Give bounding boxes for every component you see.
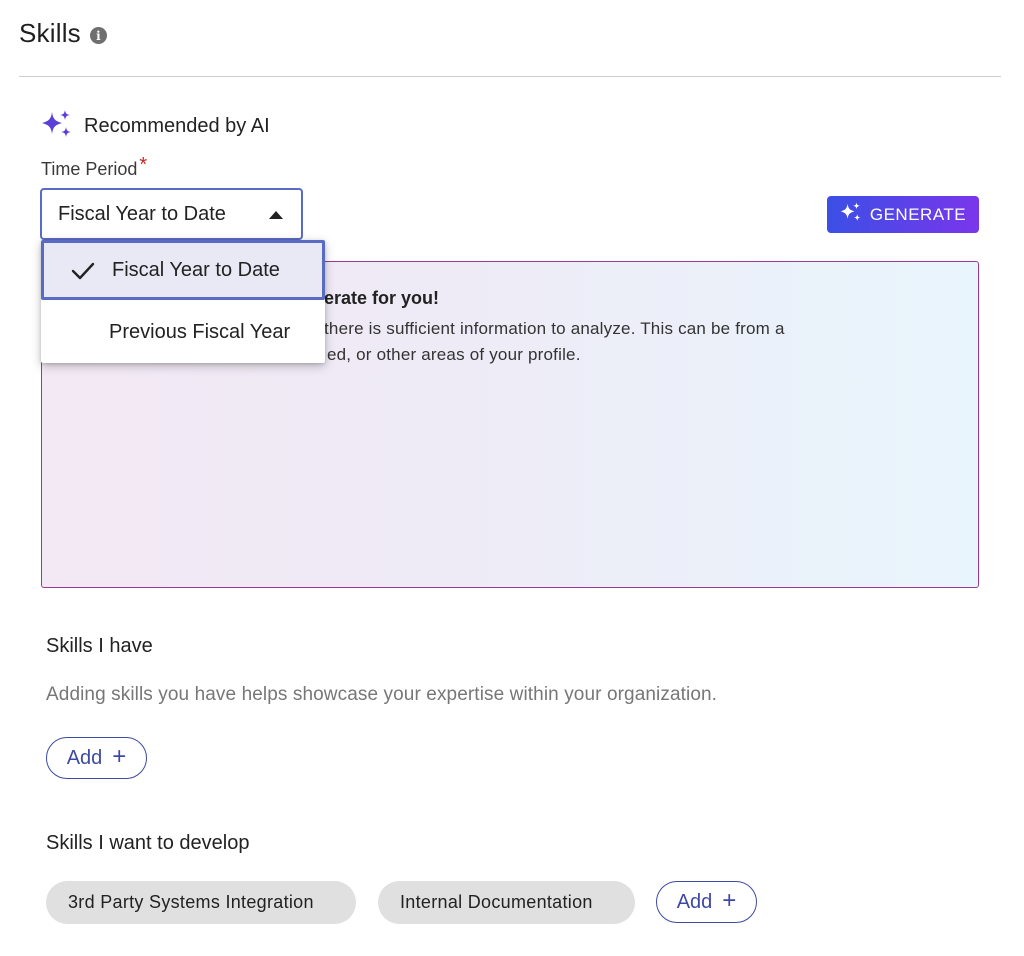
info-icon[interactable]: i [89,27,107,44]
skill-chip[interactable]: Internal Documentation [378,881,635,924]
plus-icon: + [112,743,127,770]
generate-label: GENERATE [869,204,967,224]
add-label: Add [676,890,713,913]
generate-button[interactable]: GENERATE [827,196,979,233]
dropdown-option-previous-fiscal-year[interactable]: Previous Fiscal Year [41,302,325,362]
ai-label: Recommended by AI [84,115,270,137]
skills-page: Skills i Recommended by AI Time Period * … [0,0,1024,956]
skill-chip[interactable]: 3rd Party Systems Integration [46,881,356,924]
sparkles-icon [840,201,862,228]
time-period-label: Time Period * [41,154,147,181]
option-label: Fiscal Year to Date [112,258,280,281]
recommended-by-ai-header: Recommended by AI [41,108,270,145]
time-period-label-text: Time Period [41,159,138,179]
panel-text-line-1: there is sufficient information to analy… [324,319,785,338]
check-icon [71,261,95,287]
time-period-selected-value: Fiscal Year to Date [58,202,226,225]
add-skill-have-button[interactable]: Add + [46,737,147,779]
plus-icon: + [722,887,737,914]
time-period-select[interactable]: Fiscal Year to Date [40,188,303,240]
add-label: Add [66,746,103,769]
section-header: Skills i [19,18,107,49]
chip-label: 3rd Party Systems Integration [68,892,314,912]
dropdown-option-fiscal-year-to-date[interactable]: Fiscal Year to Date [41,240,325,300]
sparkles-icon [41,108,73,145]
option-label: Previous Fiscal Year [109,320,291,343]
chip-label: Internal Documentation [400,892,593,912]
caret-up-icon [269,211,283,219]
panel-text-line-2: ed, or other areas of your profile. [327,345,581,364]
panel-heading: erate for you! [324,288,440,308]
skills-develop-title: Skills I want to develop [46,832,250,854]
divider [19,76,1001,77]
time-period-dropdown: Fiscal Year to Date Previous Fiscal Year [41,240,325,363]
required-mark: * [139,154,148,176]
skills-i-have-title: Skills I have [46,635,153,657]
add-skill-develop-button[interactable]: Add + [656,881,757,923]
page-title: Skills [19,18,81,48]
skills-i-have-helper: Adding skills you have helps showcase yo… [46,684,718,705]
